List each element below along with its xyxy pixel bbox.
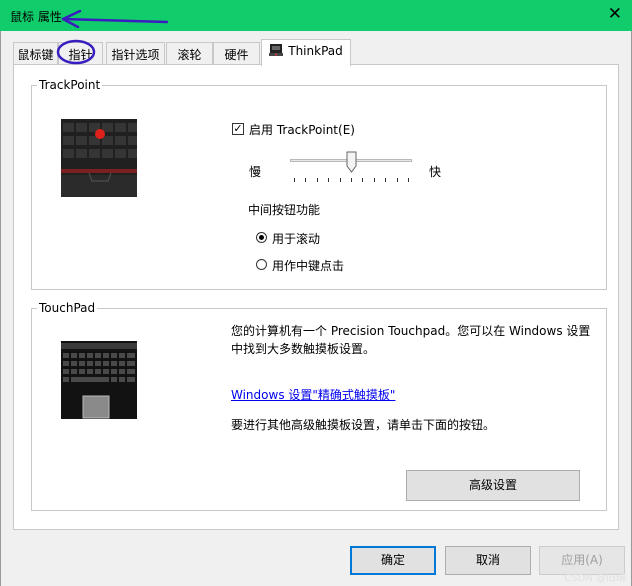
slider-tick — [408, 178, 409, 182]
slider-tick — [316, 178, 318, 182]
slider-tick — [305, 178, 307, 182]
tab-label: ThinkPad — [288, 44, 343, 58]
scroll-radio[interactable] — [256, 232, 267, 243]
tab-label: 硬件 — [224, 48, 249, 62]
tab-wheel[interactable]: 滚轮 — [166, 42, 213, 64]
touchpad-group-title: TouchPad — [37, 301, 98, 315]
slider-tick — [396, 178, 398, 182]
advanced-settings-button[interactable]: 高级设置 — [406, 470, 580, 501]
touchpad-image — [61, 341, 137, 419]
windows-settings-link[interactable]: Windows 设置"精确式触摸板" — [231, 386, 395, 403]
ok-button[interactable]: 确定 — [350, 546, 436, 575]
advanced-hint-text: 要进行其他高级触摸板设置，请单击下面的按钮。 — [231, 418, 496, 432]
tab-label: 指针选项 — [111, 48, 160, 62]
annotation-arrow-icon — [61, 10, 169, 28]
speed-slider-thumb[interactable] — [346, 151, 357, 173]
tab-pointer-options[interactable]: 指针选项 — [106, 42, 165, 64]
window-title: 鼠标 属性 — [10, 10, 62, 24]
close-icon[interactable]: ✕ — [608, 4, 622, 24]
scroll-radio-label: 用于滚动 — [272, 232, 321, 246]
slider-tick — [385, 178, 387, 182]
slider-tick — [373, 178, 375, 182]
tab-thinkpad[interactable]: ThinkPad — [261, 39, 351, 66]
watermark-text: CSDN @旧瑞 — [564, 573, 626, 584]
slider-tick — [362, 178, 364, 182]
middle-click-radio[interactable] — [256, 259, 267, 270]
middle-button-title: 中间按钮功能 — [248, 203, 321, 217]
slider-tick — [294, 178, 295, 182]
cancel-button[interactable]: 取消 — [445, 546, 531, 575]
thinkpad-icon — [269, 44, 284, 56]
trackpoint-group-title: TrackPoint — [37, 78, 103, 92]
tab-label: 鼠标键 — [17, 48, 54, 62]
slider-tick — [351, 178, 352, 182]
slider-tick — [339, 178, 341, 182]
tab-label: 滚轮 — [177, 48, 202, 62]
enable-trackpoint-label: 启用 TrackPoint(E) — [249, 123, 355, 137]
annotation-circle-icon — [56, 39, 96, 65]
middle-click-radio-label: 用作中键点击 — [272, 259, 345, 273]
speed-fast-label: 快 — [429, 165, 442, 179]
tab-hardware[interactable]: 硬件 — [213, 42, 260, 64]
speed-slow-label: 慢 — [249, 165, 262, 179]
touchpad-description-line2: 中找到大多数触摸板设置。 — [231, 342, 376, 356]
trackpoint-image — [61, 119, 137, 197]
tab-mouse-buttons[interactable]: 鼠标键 — [13, 42, 58, 64]
slider-tick — [328, 178, 330, 182]
enable-trackpoint-checkbox[interactable]: ✓ — [232, 123, 244, 135]
touchpad-description-line1: 您的计算机有一个 Precision Touchpad。您可以在 Windows… — [231, 324, 591, 338]
